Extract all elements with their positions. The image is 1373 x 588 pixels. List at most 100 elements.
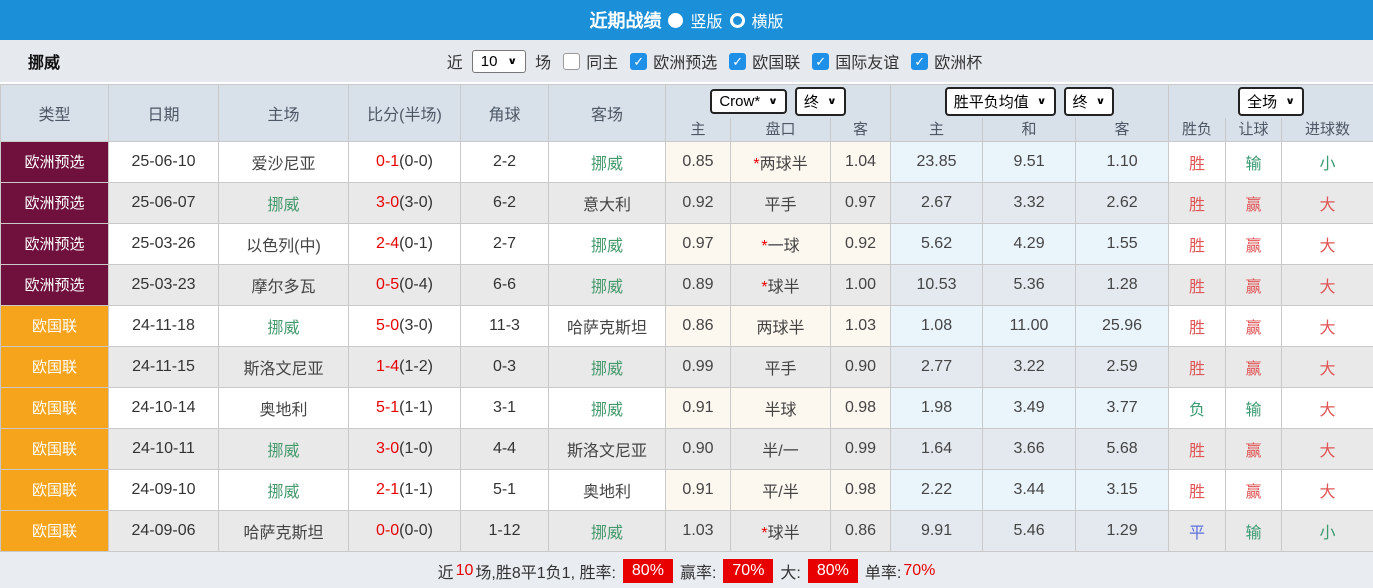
avg-draw-cell: 3.44 [983,469,1076,510]
handicap-rate-badge: 70% [723,559,773,583]
page-title: 近期战绩 [589,7,661,33]
fulltime-score: 0-1 [376,153,399,170]
fulltime-score: 3-0 [376,194,399,211]
score-cell: 0-0(0-0) [349,510,461,551]
comp-friendly-checkbox[interactable]: ✓ [812,53,829,70]
vertical-layout-label[interactable]: 竖版 [690,8,722,32]
comp-euro-qual-checkbox[interactable]: ✓ [630,53,647,70]
table-row: 欧洲预选 25-06-10 爱沙尼亚 0-1(0-0) 2-2 挪威 0.85 … [1,141,1373,182]
handicap-name: 球半 [768,279,800,296]
recent-results-panel: 近期战绩 竖版 横版 挪威 近 10 ∨ 场 同主 ✓ 欧洲预选 ✓ 欧国联 ✓… [0,0,1373,588]
match-rows: 欧洲预选 25-06-10 爱沙尼亚 0-1(0-0) 2-2 挪威 0.85 … [1,141,1373,551]
comp-euro-cup-label: 欧洲杯 [934,49,982,73]
near-label: 近 [447,49,463,73]
handicap-cell: 半/一 [731,428,831,469]
avg-lose-cell: 1.10 [1076,141,1169,182]
result-handicap-cell: 输 [1226,387,1282,428]
handicap-rate-label: 赢率: [680,559,716,583]
scope-select[interactable]: 全场 ∨ [1238,87,1304,116]
halftime-score: (3-0) [399,317,433,334]
home-team-cell: 哈萨克斯坦 [219,510,349,551]
horizontal-layout-radio[interactable] [730,13,745,28]
score-cell: 5-1(1-1) [349,387,461,428]
result-wdl-cell: 胜 [1169,428,1226,469]
match-date-cell: 24-11-15 [109,346,219,387]
handicap-name: 球半 [768,525,800,542]
same-home-checkbox[interactable] [563,53,580,70]
match-date-cell: 25-06-10 [109,141,219,182]
handicap-name: 半球 [764,402,796,419]
result-handicap-cell: 赢 [1226,264,1282,305]
result-handicap-cell: 赢 [1226,182,1282,223]
chevron-down-icon: ∨ [507,55,517,66]
summary-bar: 近 10 场,胜8平1负1, 胜率: 80% 赢率: 70% 大: 80% 单率… [0,552,1373,588]
result-wdl-cell: 胜 [1169,305,1226,346]
halftime-score: (1-0) [399,440,433,457]
halftime-score: (3-0) [399,194,433,211]
table-row: 欧国联 24-11-15 斯洛文尼亚 1-4(1-2) 0-3 挪威 0.99 … [1,346,1373,387]
handicap-cell: *球半 [731,510,831,551]
handicap-cell: 半球 [731,387,831,428]
result-handicap-cell: 赢 [1226,223,1282,264]
avg-period-select[interactable]: 终 ∨ [1064,87,1115,116]
book-away-odds-cell: 1.00 [831,264,891,305]
halftime-score: (1-1) [399,399,433,416]
avg-lose-cell: 3.77 [1076,387,1169,428]
sub-header-avg-draw: 和 [983,118,1076,142]
result-handicap-cell: 赢 [1226,346,1282,387]
avg-lose-cell: 2.62 [1076,182,1169,223]
result-handicap-cell: 赢 [1226,469,1282,510]
single-rate-value: 70% [903,562,935,580]
book-away-odds-cell: 1.04 [831,141,891,182]
result-wdl-cell: 胜 [1169,141,1226,182]
bookmaker-period-select[interactable]: 终 ∨ [795,87,846,116]
match-count-select[interactable]: 10 ∨ [472,50,526,73]
horizontal-layout-label[interactable]: 横版 [752,8,784,32]
same-home-label: 同主 [586,49,618,73]
sub-header-result-wdl: 胜负 [1169,118,1226,142]
avg-draw-cell: 5.36 [983,264,1076,305]
avg-win-cell: 1.64 [891,428,983,469]
match-type-cell: 欧洲预选 [1,182,109,223]
avg-lose-cell: 2.59 [1076,346,1169,387]
book-home-odds-cell: 0.99 [666,346,731,387]
vertical-layout-radio[interactable] [668,13,683,28]
result-goals-cell: 大 [1282,223,1373,264]
sub-header-result-handicap: 让球 [1226,118,1282,142]
summary-count: 10 [456,562,474,580]
book-away-odds-cell: 0.86 [831,510,891,551]
corners-cell: 2-2 [461,141,549,182]
ou-rate-label: 大: [780,559,800,583]
comp-nations-league-checkbox[interactable]: ✓ [729,53,746,70]
match-date-cell: 25-03-23 [109,264,219,305]
col-header-date: 日期 [109,85,219,142]
avg-draw-cell: 3.22 [983,346,1076,387]
book-away-odds-cell: 0.97 [831,182,891,223]
col-header-home: 主场 [219,85,349,142]
match-type-cell: 欧洲预选 [1,264,109,305]
result-wdl-cell: 胜 [1169,182,1226,223]
match-date-cell: 25-06-07 [109,182,219,223]
handicap-cell: 平手 [731,182,831,223]
bookmaker-select[interactable]: Crow* ∨ [710,89,787,114]
home-team-cell: 爱沙尼亚 [219,141,349,182]
sub-header-avg-lose: 客 [1076,118,1169,142]
title-bar: 近期战绩 竖版 横版 [0,0,1373,40]
match-type-cell: 欧国联 [1,510,109,551]
avg-odds-select[interactable]: 胜平负均值 ∨ [945,87,1056,116]
corners-cell: 3-1 [461,387,549,428]
table-row: 欧国联 24-09-06 哈萨克斯坦 0-0(0-0) 1-12 挪威 1.03… [1,510,1373,551]
match-date-cell: 24-09-06 [109,510,219,551]
match-type-cell: 欧国联 [1,305,109,346]
home-team-cell: 挪威 [219,182,349,223]
avg-draw-cell: 3.32 [983,182,1076,223]
book-home-odds-cell: 0.90 [666,428,731,469]
comp-euro-cup-checkbox[interactable]: ✓ [911,53,928,70]
win-rate-badge: 80% [623,559,673,583]
handicap-cell: 两球半 [731,305,831,346]
avg-draw-cell: 3.66 [983,428,1076,469]
result-goals-cell: 大 [1282,469,1373,510]
comp-friendly-label: 国际友谊 [835,49,899,73]
home-team-cell: 摩尔多瓦 [219,264,349,305]
match-type-cell: 欧洲预选 [1,223,109,264]
